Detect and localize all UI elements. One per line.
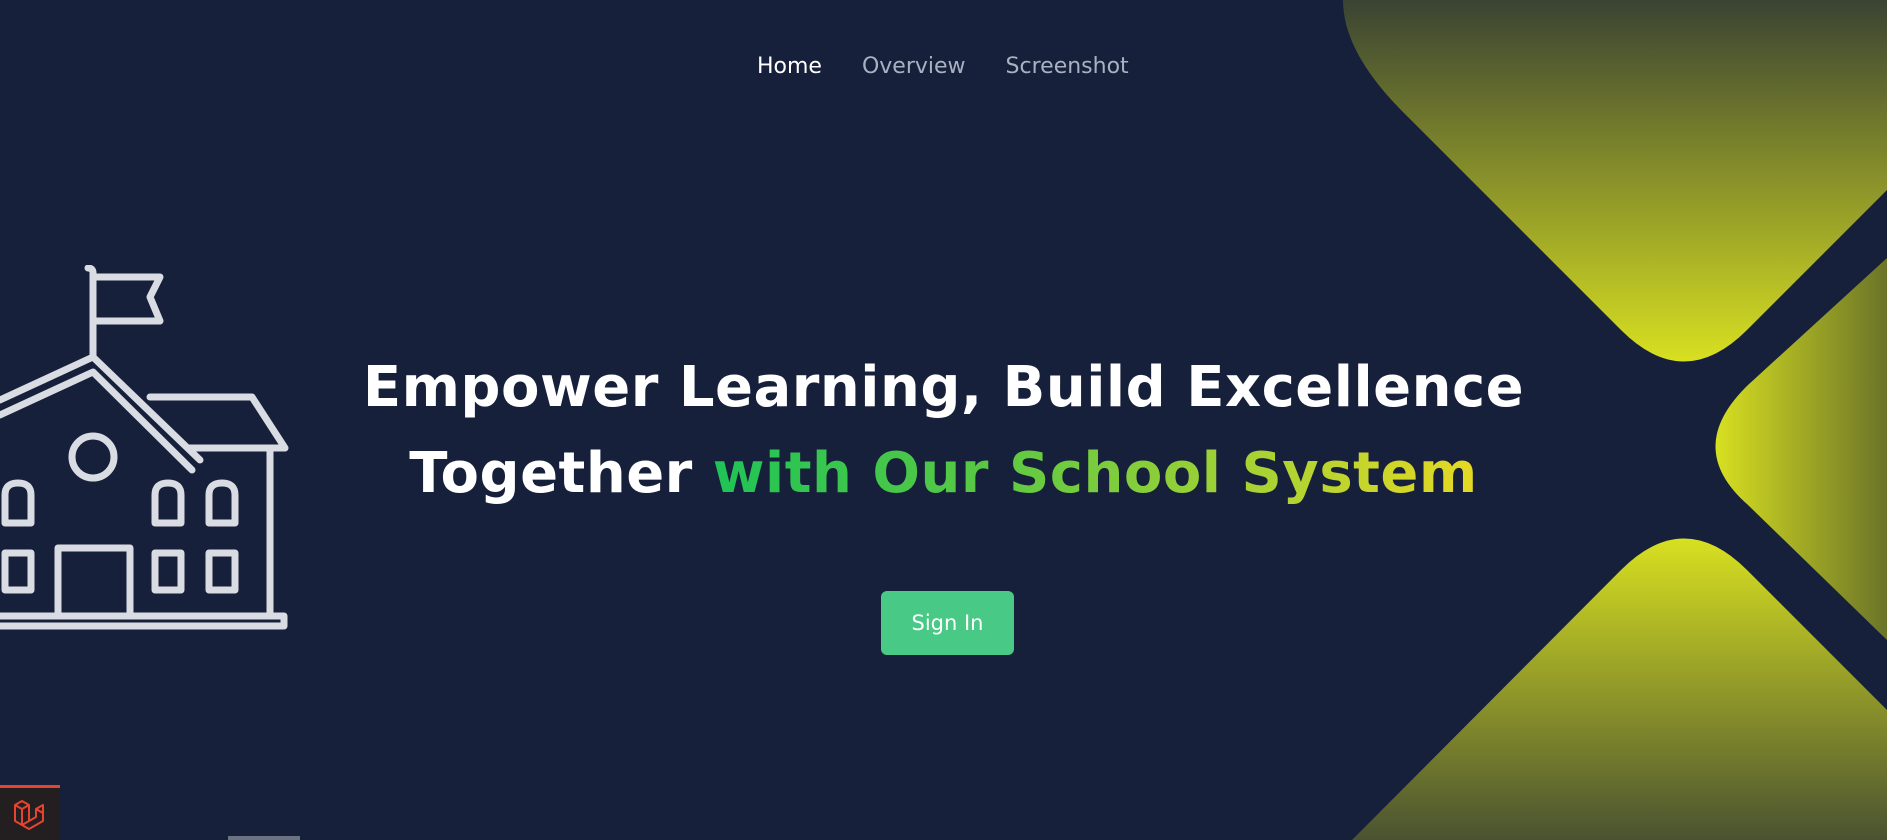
hero-line-1: Empower Learning, Build Excellence bbox=[362, 355, 1525, 420]
laravel-logo-icon[interactable] bbox=[0, 785, 60, 840]
hero-line-2-plain: Together bbox=[409, 441, 693, 506]
nav-screenshot[interactable]: Screenshot bbox=[1006, 54, 1129, 79]
hero-line-2: Together with Our School System bbox=[0, 431, 1887, 517]
nav-home[interactable]: Home bbox=[757, 54, 822, 79]
nav-overview[interactable]: Overview bbox=[862, 54, 966, 79]
landing-page: Home Overview Screenshot Empower Learnin… bbox=[0, 0, 1887, 840]
horizontal-scrollbar[interactable] bbox=[228, 836, 300, 840]
sign-in-button[interactable]: Sign In bbox=[881, 591, 1014, 655]
top-navigation: Home Overview Screenshot bbox=[757, 54, 1129, 79]
hero-line-2-highlight: with Our School System bbox=[712, 441, 1478, 506]
hero-title: Empower Learning, Build Excellence Toget… bbox=[0, 345, 1887, 517]
